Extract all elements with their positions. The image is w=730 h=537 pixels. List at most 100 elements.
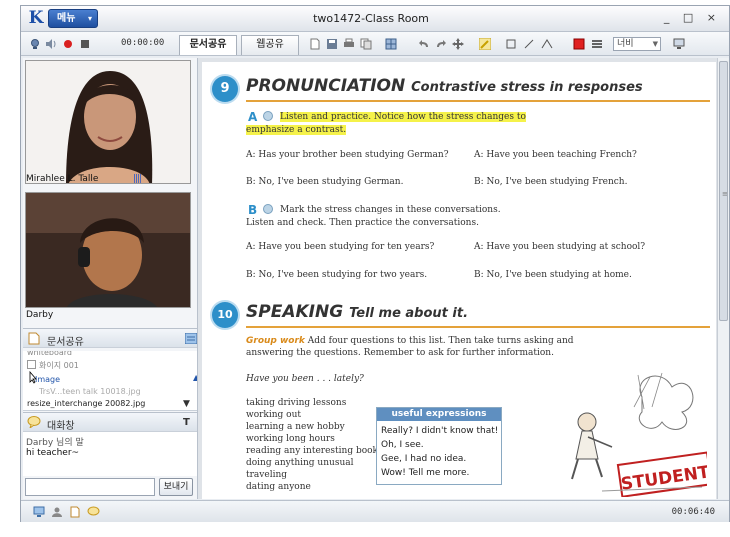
save-icon[interactable] [326,38,338,50]
doc-share-panel-header: 문서공유 [23,328,222,348]
window-title: two1472-Class Room [313,12,429,25]
chat-bubble-icon[interactable] [87,506,100,518]
dialogue-line: B: No, I've been studying at home. [474,270,632,280]
list-item[interactable]: resize_interchange 20082.jpg [27,399,145,408]
document-scrollbar[interactable]: ≡ [717,58,729,499]
group-work-label: Group work [246,336,305,346]
chevron-down-icon[interactable]: ▼ [183,399,190,409]
exercise-letter: B [248,203,258,217]
expression-line: Gee, I had no idea. [381,454,467,464]
instruction-line: Add four questions to this list. Then ta… [307,336,574,346]
dialogue-line: A: Have you been studying at school? [474,242,646,252]
doc-share-list: whiteboard 화이지 001 Image ▲ TrsV...teen t… [23,351,222,411]
color-icon[interactable] [573,38,585,50]
classroom-window: K 메뉴 ▾ two1472-Class Room _ □ × 00:00:00… [20,5,730,522]
document-icon [28,332,40,345]
checkbox-icon[interactable] [27,360,36,369]
redo-icon[interactable] [435,38,447,50]
list-item[interactable]: Image [35,375,60,384]
send-button[interactable]: 보내기 [159,478,193,496]
tab-doc-share[interactable]: 문서공유 [179,35,237,55]
instruction-text: answering the questions. Remember to ask… [246,348,554,358]
line-icon[interactable] [523,38,535,50]
list-item: traveling [246,470,288,480]
chat-bubble-icon [27,416,41,428]
desktop-share-icon[interactable] [33,506,45,518]
speaker-icon[interactable] [45,38,57,50]
window-controls[interactable]: _ □ × [664,11,721,24]
audio-icon[interactable] [263,204,273,214]
section-title: SPEAKING [246,302,344,322]
dialogue-line: A: Have you been studying for ten years? [246,242,435,252]
chat-sender: Darby 님의 말 [26,438,84,448]
list-item[interactable]: TrsV...teen talk 10018.jpg [39,387,141,396]
section-rule [246,326,710,328]
useful-expressions-title: useful expressions [377,408,501,421]
highlighted-text: emphasize a contrast. [246,125,347,135]
monitor-icon[interactable] [673,38,685,50]
chat-message: hi teacher~ [26,448,80,458]
menu-button[interactable]: 메뉴 ▾ [48,9,98,28]
dialogue-line: A: Has your brother been studying German… [246,150,449,160]
dialogue-line: B: No, I've been studying French. [474,177,628,187]
tab-label: 문서공유 [189,39,227,50]
record-icon[interactable] [62,38,74,50]
highlighted-text: Listen and practice. Notice how the stre… [280,112,526,122]
menu-label: 메뉴 [57,13,76,24]
list-view-icon[interactable] [185,333,197,344]
section-subtitle: Contrastive stress in responses [411,80,643,95]
expression-line: Wow! Tell me more. [381,468,470,478]
status-bar: 00:06:40 [21,500,729,522]
document-viewer[interactable]: 9 PRONUNCIATION Contrastive stress in re… [197,58,729,499]
scroll-thumb[interactable]: ≡ [719,61,728,321]
pen-icon[interactable] [479,38,491,50]
list-item[interactable]: whiteboard [27,351,72,357]
instruction-text: emphasize a contrast. [246,125,347,135]
participant-name: Mirahlee L. Talle [26,174,99,184]
textbook-page: 9 PRONUNCIATION Contrastive stress in re… [202,62,716,499]
exercise-letter: A [248,110,258,124]
document-icon[interactable] [69,506,81,518]
rect-icon[interactable] [505,38,517,50]
print-icon[interactable] [343,38,355,50]
list-item: working out [246,410,302,420]
audio-icon[interactable] [263,111,273,121]
chevron-down-icon: ▾ [87,14,92,23]
line-weight-icon[interactable] [591,38,603,50]
section-title: PRONUNCIATION [246,76,406,96]
undo-icon[interactable] [418,38,430,50]
section-heading: PRONUNCIATION Contrastive stress in resp… [246,76,643,96]
list-item: taking driving lessons [246,398,347,408]
instruction-text: Group work Add four questions to this li… [246,336,574,346]
list-item: reading any interesting books [246,446,383,456]
left-sidebar: Mirahlee L. Talle |||| Darby 문서공유 whiteb… [23,58,222,499]
toolbar: 00:00:00 문서공유 웹공유 너비 ▼ [21,32,729,56]
teacher-photo [26,61,190,183]
new-page-icon[interactable] [309,38,321,50]
chat-panel-header: 대화창 T [23,412,222,432]
list-item: doing anything unusual [246,458,354,468]
mouse-cursor-icon [29,371,37,384]
section-number: 9 [212,76,238,102]
session-timer: 00:00:00 [121,38,165,48]
move-icon[interactable] [452,38,464,50]
useful-expressions-box: useful expressions Really? I didn't know… [376,407,502,485]
text-format-icon[interactable]: T [183,417,190,428]
chat-input[interactable] [25,478,155,496]
section-number: 10 [212,302,238,328]
tab-web-share[interactable]: 웹공유 [241,35,299,55]
section-heading: SPEAKING Tell me about it. [246,302,468,322]
list-item[interactable]: 화이지 001 [39,360,79,371]
signal-strength-icon: |||| [133,174,142,184]
line-width-value: 너비 [617,39,634,49]
doc-share-title: 문서공유 [47,337,84,348]
scroll-grip-icon: ≡ [722,190,728,198]
stop-icon[interactable] [79,38,91,50]
elapsed-time: 00:06:40 [671,507,715,517]
grid-icon[interactable] [385,38,397,50]
camera-icon[interactable] [29,38,41,50]
shape-icon[interactable] [541,38,553,50]
copy-icon[interactable] [360,38,372,50]
line-width-select[interactable]: 너비 ▼ [613,37,661,51]
user-icon[interactable] [51,506,63,518]
